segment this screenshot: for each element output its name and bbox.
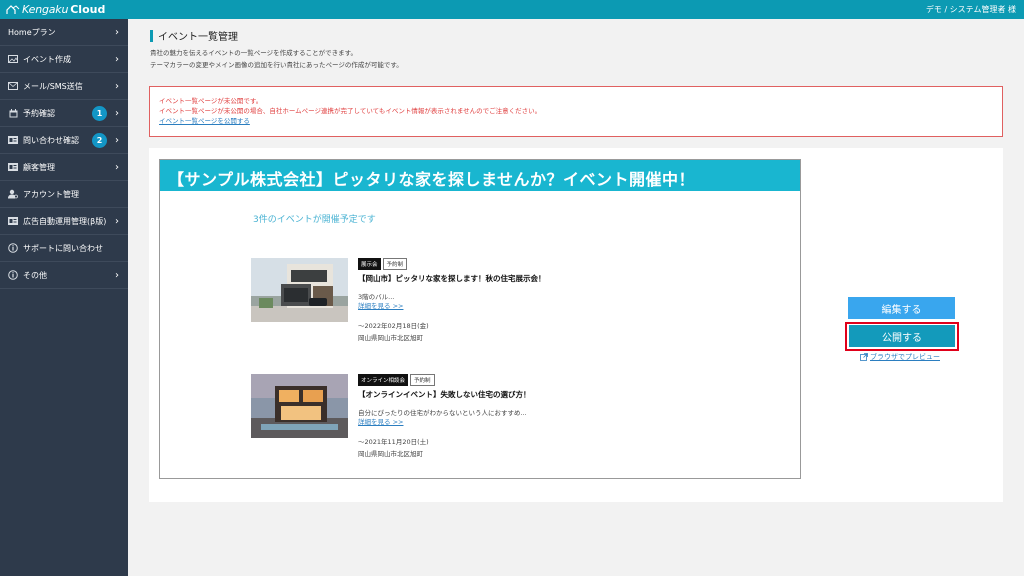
page-title: イベント一覧管理 (158, 32, 238, 43)
count-badge: 1 (92, 105, 107, 121)
sidebar-item-label: 問い合わせ確認 (23, 135, 79, 145)
event-title[interactable]: 【オンラインイベント】失敗しない住宅の選び方！ (358, 389, 531, 400)
sidebar-item-label: 予約確認 (23, 108, 55, 118)
sidebar-item[interactable]: サポートに問い合わせ (0, 235, 128, 262)
house-logo-icon (6, 4, 20, 14)
event-detail-link[interactable]: 詳細を見る >> (358, 300, 403, 310)
page-description-line-2: テーマカラーの変更やメイン画像の追加を行い貴社にあったページの作成が可能です。 (150, 61, 403, 69)
event-type-tag: オンライン相談会 (358, 374, 409, 386)
sidebar-item[interactable]: Homeプラン › (0, 19, 128, 46)
house-night-photo-icon (251, 374, 348, 438)
event-tags: オンライン相談会 予約制 (358, 374, 435, 386)
title-accent-bar (150, 29, 153, 42)
user-cog-icon (8, 189, 18, 199)
info-icon (8, 270, 18, 280)
chevron-right-icon: › (115, 53, 119, 65)
sidebar-item-label: 顧客管理 (23, 162, 55, 172)
sidebar-item[interactable]: 予約確認 1 › (0, 100, 128, 127)
unpublished-alert: イベント一覧ページが未公開です。 イベント一覧ページが未公開の場合、自社ホームペ… (149, 86, 1003, 137)
event-card[interactable]: オンライン相談会 予約制 【オンラインイベント】失敗しない住宅の選び方！ 自分に… (251, 374, 691, 464)
count-badge: 2 (92, 132, 107, 148)
alert-line-2: イベント一覧ページが未公開の場合、自社ホームページ連携が完了していてもイベント情… (159, 107, 542, 115)
event-detail-link[interactable]: 詳細を見る >> (358, 416, 403, 426)
top-bar: Kengaku Cloud デモ / システム管理者 様 (0, 0, 1024, 19)
sidebar-item-label: アカウント管理 (23, 189, 79, 199)
image-icon (8, 54, 18, 64)
house-photo-icon (251, 258, 348, 322)
sidebar-item-label: メール/SMS送信 (23, 81, 83, 91)
sidebar: Homeプラン › イベント作成 › メール/SMS送信 › 予約確認 1 › 問い合わせ確認 2 ›… (0, 19, 128, 576)
id-card-icon (8, 216, 18, 226)
chevron-right-icon: › (115, 107, 119, 119)
chevron-right-icon: › (115, 161, 119, 173)
event-thumbnail-house (251, 258, 348, 322)
alert-line-1: イベント一覧ページが未公開です。 (159, 97, 263, 105)
page-title-area: イベント一覧管理 (150, 28, 238, 43)
id-card-icon (8, 162, 18, 172)
sidebar-item-label: その他 (23, 270, 47, 280)
publish-page-link[interactable]: イベント一覧ページを公開する (159, 116, 1002, 126)
event-thumbnail-house-night (251, 374, 348, 438)
preview-header: 【サンプル株式会社】ピッタリな家を探しませんか？イベント開催中！ (160, 160, 800, 191)
reservation-tag: 予約制 (382, 258, 408, 270)
mail-icon (8, 81, 18, 91)
sidebar-item[interactable]: 問い合わせ確認 2 › (0, 127, 128, 154)
logo[interactable]: Kengaku Cloud (6, 2, 105, 17)
event-date: ～2022年02月18日(金) (358, 322, 429, 330)
event-list-preview: 【サンプル株式会社】ピッタリな家を探しませんか？イベント開催中！ 3件のイベント… (159, 159, 801, 479)
sidebar-item[interactable]: イベント作成 › (0, 46, 128, 73)
external-link-icon (860, 353, 868, 361)
chevron-right-icon: › (115, 134, 119, 146)
publish-button[interactable]: 公開する (849, 325, 955, 347)
user-menu[interactable]: デモ / システム管理者 様 (926, 4, 1016, 15)
page-description-line-1: 貴社の魅力を伝えるイベントの一覧ページを作成することができます。 (150, 49, 358, 57)
event-title[interactable]: 【岡山市】ピッタリな家を探します！秋の住宅展示会！ (358, 273, 546, 284)
event-tags: 展示会 予約制 (358, 258, 408, 270)
sidebar-item[interactable]: 広告自動運用管理(β版) › (0, 208, 128, 235)
logo-text-kengaku: Kengaku (22, 3, 69, 16)
chevron-right-icon: › (115, 269, 119, 281)
id-card-icon (8, 135, 18, 145)
sidebar-item-label: 広告自動運用管理(β版) (23, 216, 107, 226)
event-count: 3件のイベントが開催予定です (253, 215, 376, 225)
event-date: ～2021年11月20日(土) (358, 438, 429, 446)
calendar-icon (8, 108, 18, 118)
browser-preview-label: ブラウザでプレビュー (870, 353, 940, 361)
sidebar-item[interactable]: 顧客管理 › (0, 154, 128, 181)
event-type-tag: 展示会 (358, 258, 381, 270)
info-icon (8, 243, 18, 253)
sidebar-item-label: サポートに問い合わせ (23, 243, 103, 253)
sidebar-item-label: Homeプラン (8, 27, 56, 37)
sidebar-item[interactable]: アカウント管理 (0, 181, 128, 208)
browser-preview-link[interactable]: ブラウザでプレビュー (860, 352, 940, 362)
chevron-right-icon: › (115, 80, 119, 92)
event-place: 岡山県岡山市北区旭町 (358, 450, 423, 458)
event-card[interactable]: 展示会 予約制 【岡山市】ピッタリな家を探します！秋の住宅展示会！ 3階のバル.… (251, 258, 691, 348)
reservation-tag: 予約制 (410, 374, 435, 386)
sidebar-item-label: イベント作成 (23, 54, 71, 64)
logo-text-cloud: Cloud (70, 3, 106, 16)
sidebar-item[interactable]: その他 › (0, 262, 128, 289)
sidebar-item[interactable]: メール/SMS送信 › (0, 73, 128, 100)
event-place: 岡山県岡山市北区旭町 (358, 334, 423, 342)
chevron-right-icon: › (115, 26, 119, 38)
chevron-right-icon: › (115, 215, 119, 227)
edit-button[interactable]: 編集する (848, 297, 955, 319)
